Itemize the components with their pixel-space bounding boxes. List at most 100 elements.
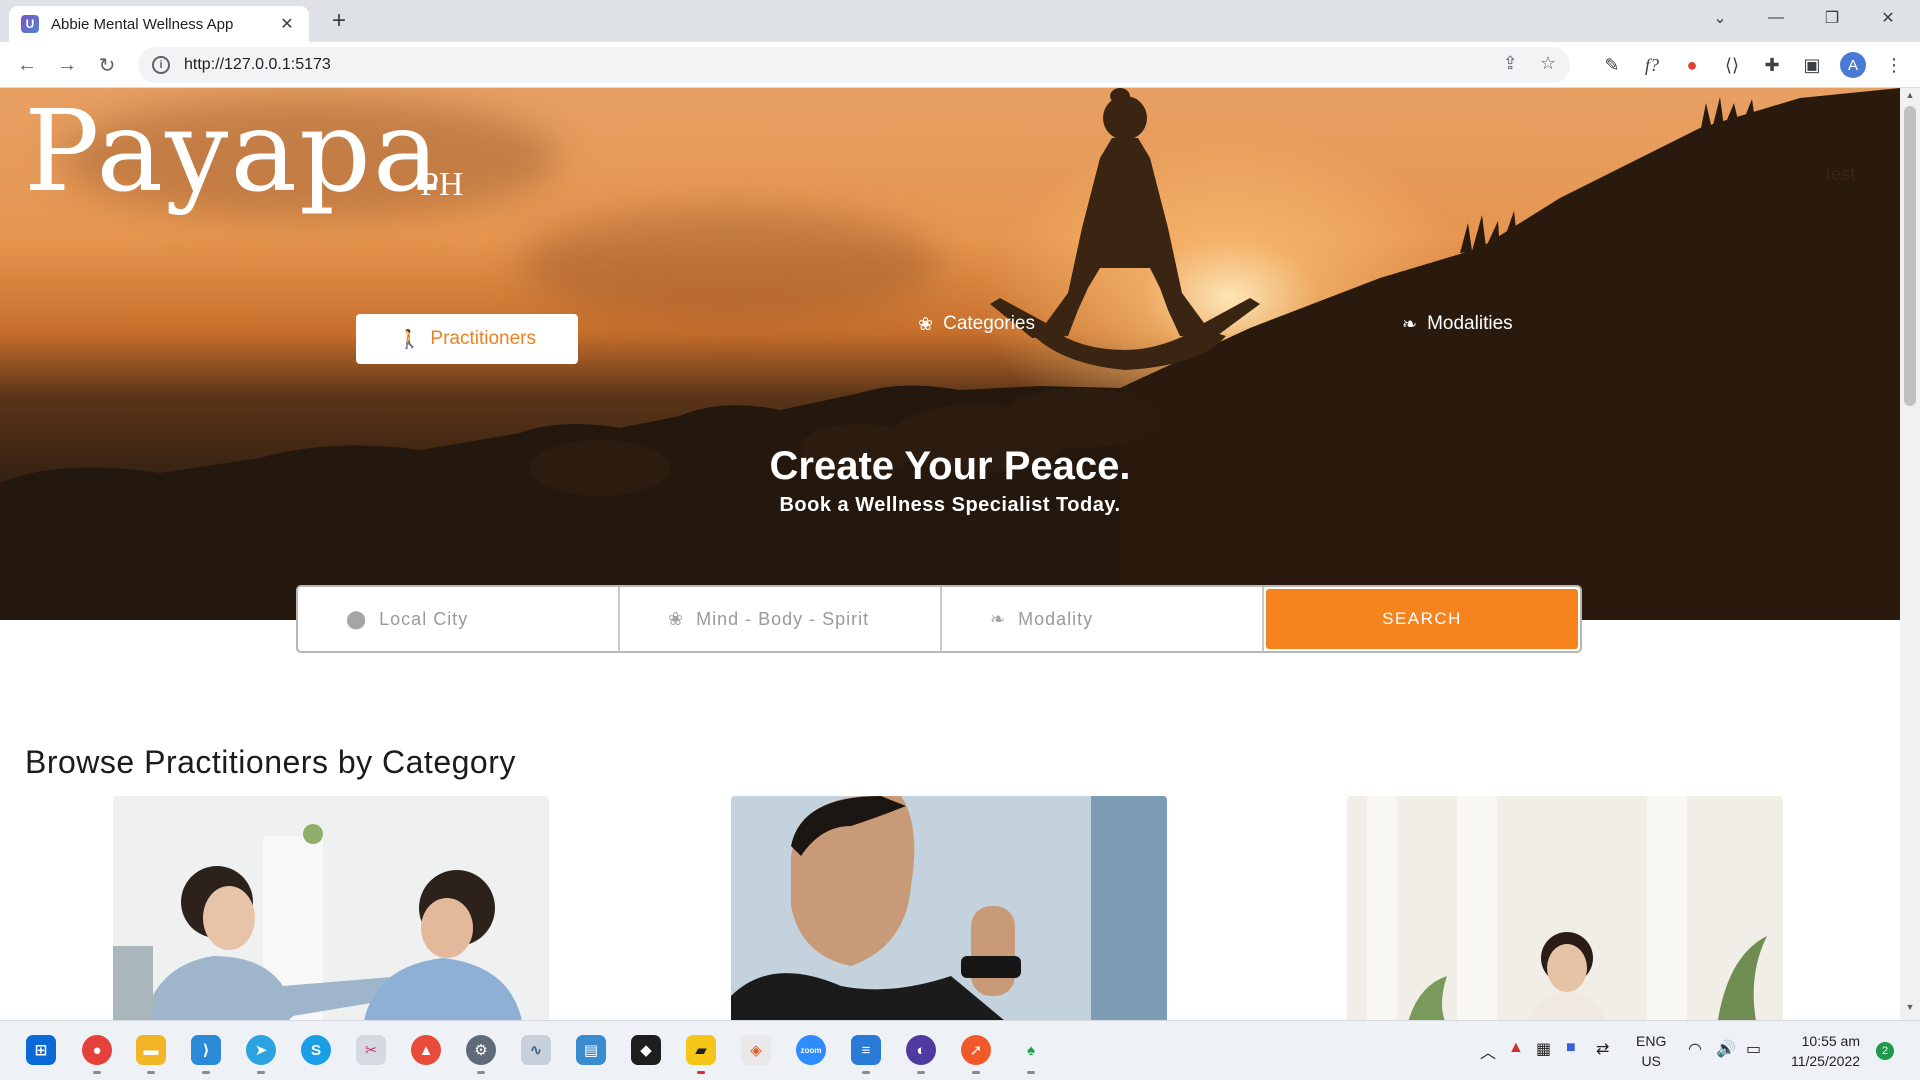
page-scrollbar[interactable]: ▲ ▼ xyxy=(1900,88,1920,1020)
logo-suffix: PH xyxy=(420,166,464,203)
tray-app-icon[interactable]: ▲ xyxy=(1508,1039,1524,1057)
tray-app-icon[interactable]: ▦ xyxy=(1536,1039,1551,1059)
sticky-notes-icon[interactable]: ▰ xyxy=(686,1035,716,1065)
extensions-puzzle-icon[interactable]: ✚ xyxy=(1758,51,1786,79)
tray-overflow-icon[interactable]: ︿ xyxy=(1480,1039,1496,1063)
app-icon[interactable]: ▲ xyxy=(411,1035,441,1065)
system-clock[interactable]: 10:55 am 11/25/2022 xyxy=(1780,1031,1860,1071)
close-window-button[interactable]: ✕ xyxy=(1860,0,1916,36)
telegram-icon[interactable]: ➤ xyxy=(246,1035,276,1065)
city-input[interactable]: ⬤ Local City xyxy=(298,587,620,651)
reload-icon[interactable]: ↻ xyxy=(92,50,122,80)
address-bar[interactable]: i http://127.0.0.1:5173 ⇪ ☆ xyxy=(138,47,1570,83)
forward-arrow-icon[interactable]: → xyxy=(52,50,82,80)
pen-extension-icon[interactable]: ✎ xyxy=(1598,51,1626,79)
lotus-icon: ❀ xyxy=(668,608,685,629)
skype-icon[interactable]: S xyxy=(301,1035,331,1065)
running-indicator xyxy=(93,1071,101,1074)
font-extension-icon[interactable]: f? xyxy=(1638,51,1666,79)
test-link[interactable]: test xyxy=(1826,164,1855,185)
nav-categories[interactable]: ❀ Categories xyxy=(918,313,1035,335)
running-indicator xyxy=(697,1071,705,1074)
windows-taskbar: ⊞ ● ▬ ⟩ ➤ S ✂ ▲ ⚙ ∿ ▤ ◆ ▰ ◈ zoom ≡ ◐ ➚ ♠… xyxy=(0,1020,1920,1080)
fitness-photo xyxy=(731,796,1167,1020)
running-indicator xyxy=(972,1071,980,1074)
settings-gear-icon[interactable]: ⚙ xyxy=(466,1035,496,1065)
scroll-up-icon[interactable]: ▲ xyxy=(1900,90,1920,106)
scroll-thumb[interactable] xyxy=(1904,106,1916,406)
windows-start-icon[interactable]: ⊞ xyxy=(26,1035,56,1065)
bookmark-star-icon[interactable]: ☆ xyxy=(1540,53,1556,74)
zoom-icon[interactable]: zoom xyxy=(796,1035,826,1065)
browser-menu-icon[interactable]: ⋮ xyxy=(1880,51,1908,79)
mongodb-icon[interactable]: ♠ xyxy=(1016,1035,1046,1065)
nav-modalities[interactable]: ❧ Modalities xyxy=(1402,313,1513,335)
running-indicator xyxy=(147,1071,155,1074)
tab-title: Abbie Mental Wellness App xyxy=(51,15,234,33)
wifi-icon[interactable]: ◠ xyxy=(1688,1039,1702,1059)
search-bar: ⬤ Local City ❀ Mind - Body - Spirit ❧ Mo… xyxy=(296,585,1582,653)
category-placeholder: Mind - Body - Spirit xyxy=(696,608,870,629)
counseling-photo xyxy=(113,796,549,1020)
vscode-icon[interactable]: ⟩ xyxy=(191,1035,221,1065)
browser-tab[interactable]: U Abbie Mental Wellness App ✕ xyxy=(9,6,309,42)
share-icon[interactable]: ⇪ xyxy=(1503,53,1518,74)
tray-app-icon[interactable]: ■ xyxy=(1566,1039,1576,1057)
figma-icon[interactable]: ◆ xyxy=(631,1035,661,1065)
volume-icon[interactable]: 🔊 xyxy=(1716,1039,1736,1059)
profile-avatar[interactable]: A xyxy=(1840,52,1866,78)
clock-date: 11/25/2022 xyxy=(1790,1053,1860,1069)
browser-toolbar: ← → ↻ i http://127.0.0.1:5173 ⇪ ☆ ✎ f? ●… xyxy=(0,42,1920,88)
restore-button[interactable]: ❐ xyxy=(1804,0,1860,36)
category-card-mind[interactable] xyxy=(113,796,549,1020)
address-url[interactable]: http://127.0.0.1:5173 xyxy=(184,56,331,74)
back-arrow-icon[interactable]: ← xyxy=(12,50,42,80)
payapa-logo[interactable]: Payapa PH xyxy=(24,96,463,208)
hero-banner: Payapa PH test 🚶 Practitioners ❀ Categor… xyxy=(0,88,1900,620)
page-viewport: Payapa PH test 🚶 Practitioners ❀ Categor… xyxy=(0,88,1900,1020)
tab-search-icon[interactable]: ⌄ xyxy=(1692,0,1748,36)
running-indicator xyxy=(477,1071,485,1074)
running-indicator xyxy=(862,1071,870,1074)
close-tab-icon[interactable]: ✕ xyxy=(277,14,297,34)
tray-app-icon[interactable]: ⇄ xyxy=(1596,1039,1609,1059)
browser-tab-strip: U Abbie Mental Wellness App ✕ + ⌄ — ❐ ✕ xyxy=(0,0,1920,42)
nav-categories-label: Categories xyxy=(943,313,1035,334)
modality-placeholder: Modality xyxy=(1018,608,1094,629)
code-extension-icon[interactable]: ⟨⟩ xyxy=(1718,51,1746,79)
running-indicator xyxy=(1027,1071,1035,1074)
chrome-icon[interactable]: ● xyxy=(82,1035,112,1065)
new-tab-button[interactable]: + xyxy=(324,6,354,36)
hero-subtitle: Book a Wellness Specialist Today. xyxy=(779,494,1121,516)
language-indicator[interactable]: ENG US xyxy=(1636,1031,1666,1071)
git-icon[interactable]: ◈ xyxy=(741,1035,771,1065)
nav-practitioners[interactable]: 🚶 Practitioners xyxy=(356,314,578,364)
location-pin-icon: ⬤ xyxy=(346,608,368,629)
moon-app-icon[interactable]: ◐ xyxy=(906,1035,936,1065)
postman-icon[interactable]: ➚ xyxy=(961,1035,991,1065)
snipping-tool-icon[interactable]: ✂ xyxy=(356,1035,386,1065)
minimize-button[interactable]: — xyxy=(1748,0,1804,36)
running-indicator xyxy=(202,1071,210,1074)
side-panel-icon[interactable]: ▣ xyxy=(1798,51,1826,79)
running-indicator xyxy=(257,1071,265,1074)
battery-icon[interactable]: ▭ xyxy=(1746,1039,1761,1059)
notification-badge[interactable]: 2 xyxy=(1876,1042,1894,1060)
scroll-down-icon[interactable]: ▼ xyxy=(1900,1002,1920,1018)
running-indicator xyxy=(917,1071,925,1074)
search-button[interactable]: SEARCH xyxy=(1266,589,1578,649)
color-picker-extension-icon[interactable]: ● xyxy=(1678,51,1706,79)
resource-monitor-icon[interactable]: ∿ xyxy=(521,1035,551,1065)
notepad-icon[interactable]: ≡ xyxy=(851,1035,881,1065)
leaf-icon: ❧ xyxy=(990,608,1007,629)
category-input[interactable]: ❀ Mind - Body - Spirit xyxy=(620,587,942,651)
remote-desktop-icon[interactable]: ▤ xyxy=(576,1035,606,1065)
file-explorer-icon[interactable]: ▬ xyxy=(136,1035,166,1065)
category-card-body[interactable] xyxy=(731,796,1167,1020)
modality-input[interactable]: ❧ Modality xyxy=(942,587,1264,651)
language-code: ENG xyxy=(1636,1033,1667,1049)
city-placeholder: Local City xyxy=(379,608,469,629)
site-info-icon[interactable]: i xyxy=(152,56,170,74)
meditation-photo xyxy=(1347,796,1783,1020)
category-card-spirit[interactable] xyxy=(1347,796,1783,1020)
